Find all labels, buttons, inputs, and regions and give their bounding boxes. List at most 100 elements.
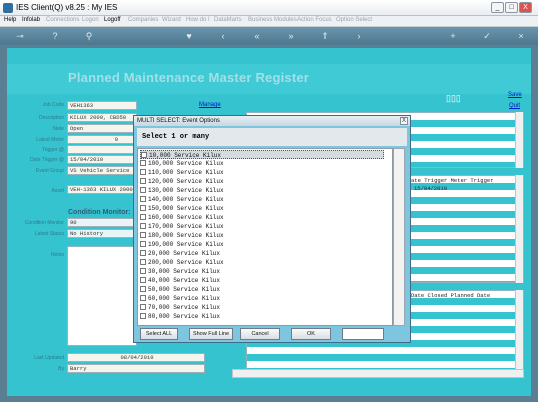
state-select[interactable]: Open: [67, 124, 137, 133]
save-link[interactable]: Save: [508, 92, 522, 98]
show-full-line-button[interactable]: Show Full Line: [189, 328, 233, 340]
list-item[interactable]: 130,000 Service Kilux: [140, 186, 384, 195]
checkbox[interactable]: [140, 196, 146, 202]
description-field[interactable]: KILUX 2000, CBD50: [67, 113, 137, 122]
checkbox[interactable]: [140, 223, 146, 229]
checkbox[interactable]: [140, 286, 146, 292]
menu-connections[interactable]: Connections: [46, 17, 79, 23]
checkbox[interactable]: [140, 313, 146, 319]
menu-logoff[interactable]: Logoff: [104, 17, 121, 23]
list-item[interactable]: 160,000 Service Kilux: [140, 213, 384, 222]
checkbox[interactable]: [140, 259, 146, 265]
list-item[interactable]: 200,000 Service Kilux: [140, 258, 384, 267]
ok-button[interactable]: OK: [291, 328, 331, 340]
title-bar: IES Client(Q) v8.25 : My IES _ □ X: [0, 0, 538, 16]
cancel-button[interactable]: Cancel: [240, 328, 280, 340]
checkbox[interactable]: [140, 232, 146, 238]
date-trigger-label: Date Trigger @: [30, 157, 64, 163]
condition-monitor-heading: Condition Monitor:: [68, 209, 131, 216]
list-item[interactable]: 190,000 Service Kilux: [140, 240, 384, 249]
menu-bar: Help Infolab Connections Logon Logoff Co…: [0, 16, 538, 27]
list-item[interactable]: 70,000 Service Kilux: [140, 303, 384, 312]
checkbox[interactable]: [140, 295, 146, 301]
trigger-grid-cell: 15/04/2010: [414, 185, 448, 192]
menu-datamarts[interactable]: DataMarts: [214, 17, 242, 23]
checkbox[interactable]: [140, 214, 146, 220]
menu-companies[interactable]: Companies: [128, 17, 158, 23]
notes-textarea[interactable]: [67, 246, 137, 346]
upload-icon[interactable]: ⇑: [320, 31, 330, 41]
next-icon[interactable]: ›: [354, 31, 364, 41]
back-icon[interactable]: ‹: [218, 31, 228, 41]
trigger-grid-scrollbar[interactable]: [515, 175, 523, 283]
event-options-list[interactable]: 10,000 Service Kilux 100,000 Service Kil…: [137, 148, 393, 326]
list-item[interactable]: 140,000 Service Kilux: [140, 195, 384, 204]
checkbox[interactable]: [141, 152, 147, 158]
close-window-button[interactable]: X: [519, 2, 532, 13]
key-icon[interactable]: ⊸: [10, 31, 30, 41]
menu-business-modules[interactable]: Business Modules: [248, 17, 297, 23]
rewind-icon[interactable]: «: [252, 31, 262, 41]
options-scrollbar[interactable]: [393, 148, 405, 326]
checkbox[interactable]: [140, 169, 146, 175]
filter-input[interactable]: [342, 328, 384, 340]
checkbox[interactable]: [140, 205, 146, 211]
latest-status-field[interactable]: No History: [67, 229, 137, 238]
favorite-icon[interactable]: ♥: [184, 31, 194, 41]
job-code-label: Job Code: [42, 102, 64, 108]
checkbox[interactable]: [140, 187, 146, 193]
checkbox[interactable]: [140, 241, 146, 247]
list-item[interactable]: 170,000 Service Kilux: [140, 222, 384, 231]
history-grid-scrollbar[interactable]: [515, 290, 523, 378]
quit-link[interactable]: Quit: [509, 103, 520, 109]
minimize-button[interactable]: _: [491, 2, 504, 13]
menu-how-do-i[interactable]: How do I: [186, 17, 210, 23]
checkbox[interactable]: [140, 268, 146, 274]
list-item[interactable]: 40,000 Service Kilux: [140, 276, 384, 285]
checkbox[interactable]: [140, 178, 146, 184]
add-icon[interactable]: +: [448, 31, 458, 41]
manage-link[interactable]: Manage: [199, 102, 221, 108]
list-item[interactable]: 10,000 Service Kilux: [140, 150, 384, 159]
checkbox[interactable]: [140, 250, 146, 256]
help-icon[interactable]: ?: [50, 31, 60, 41]
menu-infolab[interactable]: Infolab: [22, 17, 40, 23]
condition-monitor-field[interactable]: 90: [67, 218, 137, 227]
confirm-icon[interactable]: ✓: [482, 31, 492, 41]
menu-action-focus[interactable]: Action Focus: [297, 17, 332, 23]
maximize-button[interactable]: □: [505, 2, 518, 13]
cancel-icon[interactable]: ×: [516, 31, 526, 41]
job-code-field[interactable]: VEH1363: [67, 101, 137, 110]
checkbox[interactable]: [140, 160, 146, 166]
forward-icon[interactable]: »: [286, 31, 296, 41]
checkbox[interactable]: [140, 277, 146, 283]
list-item[interactable]: 30,000 Service Kilux: [140, 267, 384, 276]
list-item[interactable]: 20,000 Service Kilux: [140, 249, 384, 258]
history-grid-hscrollbar[interactable]: [232, 369, 524, 378]
list-item[interactable]: 100,000 Service Kilux: [140, 159, 384, 168]
last-updated-label: Last Updated: [34, 355, 64, 361]
list-item[interactable]: 180,000 Service Kilux: [140, 231, 384, 240]
list-item[interactable]: 60,000 Service Kilux: [140, 294, 384, 303]
latest-meter-field[interactable]: 0: [67, 135, 137, 144]
list-item[interactable]: 110,000 Service Kilux: [140, 168, 384, 177]
asset-field[interactable]: VEH-1363 KILUX 2000: [67, 185, 137, 194]
list-item[interactable]: 120,000 Service Kilux: [140, 177, 384, 186]
menu-logon[interactable]: Logon: [82, 17, 99, 23]
menu-wizard[interactable]: Wizard: [162, 17, 181, 23]
select-all-button[interactable]: Select ALL: [140, 328, 178, 340]
checkbox[interactable]: [140, 304, 146, 310]
list-item[interactable]: 150,000 Service Kilux: [140, 204, 384, 213]
menu-help[interactable]: Help: [4, 17, 16, 23]
menu-option-select[interactable]: Option Select: [336, 17, 372, 23]
upper-grid-scrollbar[interactable]: [515, 112, 523, 168]
list-item[interactable]: 80,000 Service Kilux: [140, 312, 384, 321]
date-trigger-field[interactable]: 15/04/2010: [67, 155, 137, 164]
dialog-close-button[interactable]: X: [400, 117, 408, 125]
list-item[interactable]: 50,000 Service Kilux: [140, 285, 384, 294]
event-group-field[interactable]: VS Vehicle Service: [67, 166, 137, 175]
trigger-field[interactable]: [67, 145, 137, 154]
search-icon[interactable]: ⚲: [84, 31, 94, 41]
asset-label: Asset: [51, 188, 64, 194]
users-icon: ▯▯▯: [446, 93, 461, 103]
